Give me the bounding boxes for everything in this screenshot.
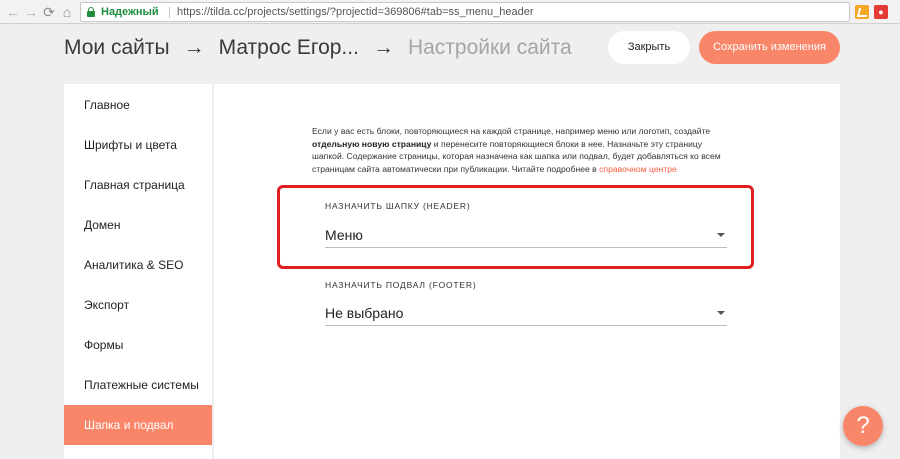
help-center-link[interactable]: справочном центре: [599, 164, 677, 174]
description-bold-text: отдельную новую страницу: [312, 138, 432, 149]
browser-toolbar: ← → ⟳ ⌂ Надежный https://tilda.cc/projec…: [0, 0, 900, 24]
close-button[interactable]: Закрыть: [608, 31, 690, 64]
sidebar-item-header-footer[interactable]: Шапка и подвал: [64, 405, 212, 445]
header-select[interactable]: Меню: [325, 222, 727, 248]
forward-icon[interactable]: →: [22, 3, 40, 21]
help-button[interactable]: ?: [843, 406, 883, 446]
breadcrumb-project[interactable]: Матрос Егор...: [219, 34, 359, 62]
sidebar-item-forms[interactable]: Формы: [64, 325, 212, 365]
home-icon[interactable]: ⌂: [58, 3, 76, 21]
breadcrumb: Мои сайты → Матрос Егор... → Настройки сайта: [64, 34, 572, 62]
sidebar-item-fonts-colors[interactable]: Шрифты и цвета: [64, 125, 212, 165]
breadcrumb-arrow: →: [183, 36, 205, 59]
url-text[interactable]: https://tilda.cc/projects/settings/?proj…: [177, 3, 534, 21]
question-icon: ?: [856, 412, 870, 439]
caret-down-icon: [717, 311, 725, 315]
extension-icon[interactable]: ●: [874, 5, 888, 19]
footer-select-value: Не выбрано: [325, 305, 404, 321]
sidebar-item-main[interactable]: Главное: [64, 85, 212, 125]
description-text: Если у вас есть блоки, повторяющиеся на …: [312, 126, 711, 136]
breadcrumb-my-sites[interactable]: Мои сайты: [64, 34, 170, 62]
sidebar-item-export[interactable]: Экспорт: [64, 285, 212, 325]
save-changes-button[interactable]: Сохранить изменения: [699, 31, 840, 64]
footer-field-label: НАЗНАЧИТЬ ПОДВАЛ (FOOTER): [325, 280, 477, 290]
sidebar-item-home-page[interactable]: Главная страница: [64, 165, 212, 205]
extension-icon[interactable]: [855, 5, 869, 19]
caret-down-icon: [717, 233, 725, 237]
header-footer-description: Если у вас есть блоки, повторяющиеся на …: [312, 125, 722, 175]
lock-icon: [87, 7, 95, 17]
settings-sidebar: Главное Шрифты и цвета Главная страница …: [64, 84, 212, 459]
sidebar-item-analytics-seo[interactable]: Аналитика & SEO: [64, 245, 212, 285]
breadcrumb-arrow: →: [372, 36, 394, 59]
breadcrumb-current: Настройки сайта: [407, 36, 572, 59]
address-bar[interactable]: Надежный https://tilda.cc/projects/setti…: [80, 2, 850, 22]
back-icon[interactable]: ←: [4, 3, 22, 21]
sidebar-item-payment-systems[interactable]: Платежные системы: [64, 365, 212, 405]
footer-select[interactable]: Не выбрано: [325, 300, 727, 326]
header-field-label: НАЗНАЧИТЬ ШАПКУ (HEADER): [325, 201, 471, 211]
address-divider: [169, 7, 170, 18]
reload-icon[interactable]: ⟳: [40, 3, 58, 21]
secure-label: Надежный: [101, 6, 159, 18]
header-select-value: Меню: [325, 227, 363, 243]
sidebar-item-domain[interactable]: Домен: [64, 205, 212, 245]
